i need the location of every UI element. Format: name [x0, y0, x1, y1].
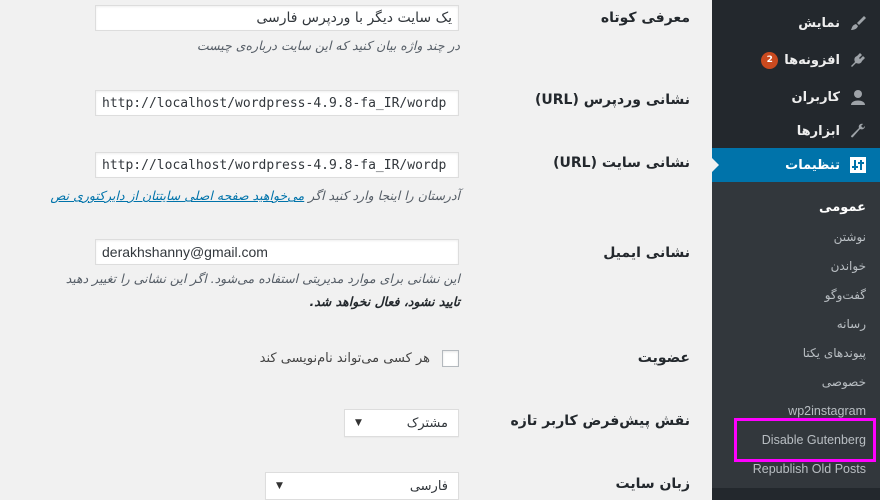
- sidebar-item-label: کاربران: [791, 89, 840, 105]
- submenu-item-reading[interactable]: خواندن: [712, 251, 880, 280]
- settings-sliders-icon: [848, 155, 868, 175]
- paintbrush-icon: [848, 13, 868, 33]
- default-role-select[interactable]: مشترک ▼: [344, 409, 459, 437]
- site-language-select[interactable]: فارسی ▼: [265, 472, 459, 500]
- update-count-badge: 2: [761, 51, 779, 69]
- tagline-input[interactable]: یک سایت دیگر با وردپرس فارسی: [95, 5, 459, 31]
- submenu-item-wp2instagram[interactable]: wp2instagram: [712, 396, 880, 425]
- dropdown-arrow-icon: ▼: [276, 481, 283, 491]
- submenu-item-privacy[interactable]: خصوصی: [712, 367, 880, 396]
- plugin-icon: [848, 50, 868, 70]
- submenu-item-writing[interactable]: نوشتن: [712, 222, 880, 251]
- submenu-item-permalinks[interactable]: پیوندهای یکتا: [712, 338, 880, 367]
- email-input[interactable]: derakhshanny@gmail.com: [95, 239, 459, 265]
- wrench-icon: [848, 121, 868, 141]
- admin-sidebar: نمایش افزونه‌ها 2 کاربران ابزارها تنظیما…: [711, 0, 880, 500]
- membership-label: عضویت: [637, 350, 690, 366]
- sidebar-item-label: افزونه‌ها: [784, 52, 840, 68]
- submenu-item-general[interactable]: عمومی: [712, 193, 880, 222]
- sidebar-item-plugins[interactable]: افزونه‌ها 2: [712, 43, 880, 77]
- tagline-label: معرفی کوتاه: [600, 10, 690, 26]
- sidebar-item-label: نمایش: [798, 15, 840, 31]
- email-description-line1: این نشانی برای موارد مدیریتی استفاده می‌…: [65, 271, 460, 286]
- sidebar-item-label: ابزارها: [796, 123, 840, 139]
- site-url-label: نشانی سایت (URL): [553, 155, 690, 171]
- anyone-can-register-label[interactable]: هر کسی می‌تواند نام‌نویسی کند: [260, 351, 430, 366]
- sidebar-item-users[interactable]: کاربران: [712, 80, 880, 114]
- sidebar-item-label: تنظیمات: [785, 157, 840, 173]
- email-label: نشانی ایمیل: [603, 245, 690, 261]
- wordpress-url-input[interactable]: http://localhost/wordpress-4.9.8-fa_IR/w…: [95, 90, 459, 116]
- sidebar-footer: [712, 488, 880, 500]
- sidebar-item-tools[interactable]: ابزارها: [712, 114, 880, 148]
- tagline-description: در چند واژه بیان کنید که این سایت درباره…: [196, 38, 460, 53]
- sidebar-item-appearance[interactable]: نمایش: [712, 6, 880, 40]
- wordpress-url-label: نشانی وردپرس (URL): [534, 92, 690, 108]
- site-language-label: زبان سایت: [615, 476, 691, 492]
- sidebar-item-settings[interactable]: تنظیمات: [711, 148, 880, 182]
- anyone-can-register-checkbox[interactable]: [442, 350, 459, 367]
- submenu-item-disable-gutenberg[interactable]: Disable Gutenberg: [712, 425, 880, 454]
- submenu-item-republish-old-posts[interactable]: Republish Old Posts: [712, 454, 880, 483]
- users-icon: [848, 87, 868, 107]
- site-url-description-text: آدرستان را اینجا وارد کنید اگر: [304, 188, 460, 203]
- default-role-label: نقش پیش‌فرض کاربر تازه: [510, 413, 690, 429]
- settings-submenu: عمومی نوشتن خواندن گفت‌وگو رسانه پیوندها…: [712, 182, 880, 500]
- site-url-help-link[interactable]: می‌خواهید صفحه اصلی سایتتان از دایرکتوری…: [50, 188, 304, 203]
- submenu-item-media[interactable]: رسانه: [712, 309, 880, 338]
- submenu-item-discussion[interactable]: گفت‌وگو: [712, 280, 880, 309]
- dropdown-arrow-icon: ▼: [355, 418, 362, 428]
- site-language-selected: فارسی: [409, 478, 448, 494]
- site-url-description: آدرستان را اینجا وارد کنید اگر می‌خواهید…: [50, 188, 460, 203]
- default-role-selected: مشترک: [406, 415, 448, 431]
- email-description-line2: تایید نشود، فعال نخواهد شد.: [309, 294, 460, 309]
- site-url-input[interactable]: http://localhost/wordpress-4.9.8-fa_IR/w…: [95, 152, 459, 178]
